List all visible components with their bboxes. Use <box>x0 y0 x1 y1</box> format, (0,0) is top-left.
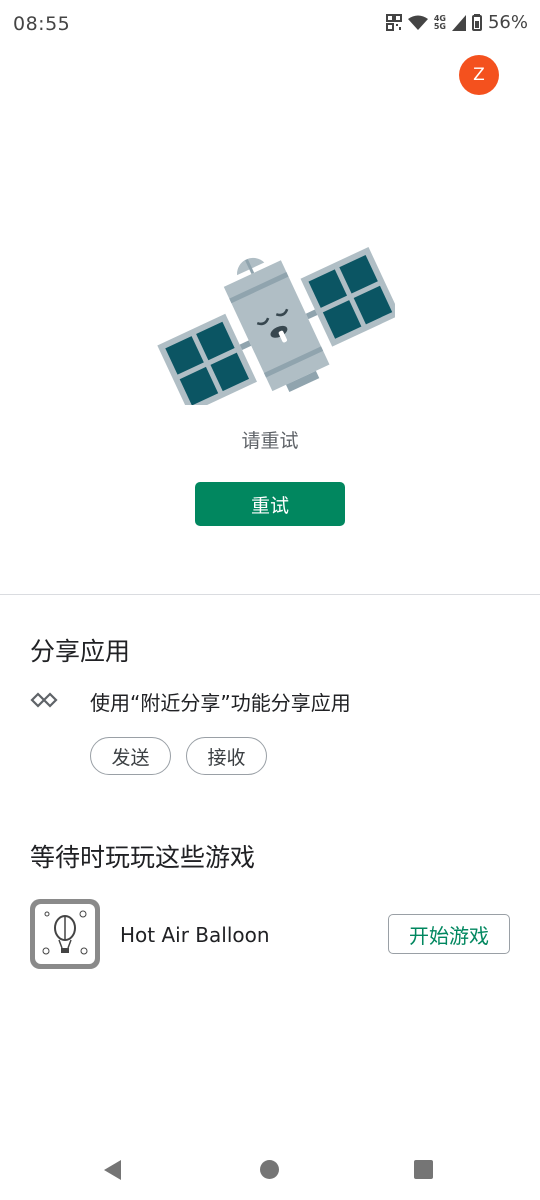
hot-air-balloon-icon[interactable] <box>30 899 100 969</box>
games-section-title: 等待时玩玩这些游戏 <box>30 843 256 872</box>
wifi-icon <box>407 15 428 30</box>
network-type: 4G 5G <box>433 14 446 31</box>
qr-icon <box>385 14 402 31</box>
nearby-share-icon <box>30 692 58 708</box>
receive-button[interactable]: 接收 <box>186 737 267 775</box>
home-icon[interactable] <box>260 1160 279 1179</box>
status-icons: 4G 5G 56% <box>385 12 528 33</box>
retry-button[interactable]: 重试 <box>195 482 345 526</box>
share-description: 使用“附近分享”功能分享应用 <box>90 691 351 715</box>
back-icon[interactable] <box>104 1160 121 1180</box>
status-time: 08:55 <box>13 13 71 35</box>
recents-icon[interactable] <box>414 1160 433 1179</box>
battery-icon <box>471 14 482 31</box>
satellite-illustration <box>157 247 395 405</box>
divider <box>0 594 540 595</box>
send-button[interactable]: 发送 <box>90 737 171 775</box>
game-name: Hot Air Balloon <box>120 923 270 947</box>
error-message: 请重试 <box>241 430 299 452</box>
play-game-button[interactable]: 开始游戏 <box>388 914 510 954</box>
account-avatar[interactable]: Z <box>459 55 499 95</box>
network-bottom: 5G <box>433 21 446 31</box>
battery-percent: 56% <box>487 12 528 33</box>
signal-icon <box>451 14 466 31</box>
share-section-title: 分享应用 <box>30 637 131 666</box>
